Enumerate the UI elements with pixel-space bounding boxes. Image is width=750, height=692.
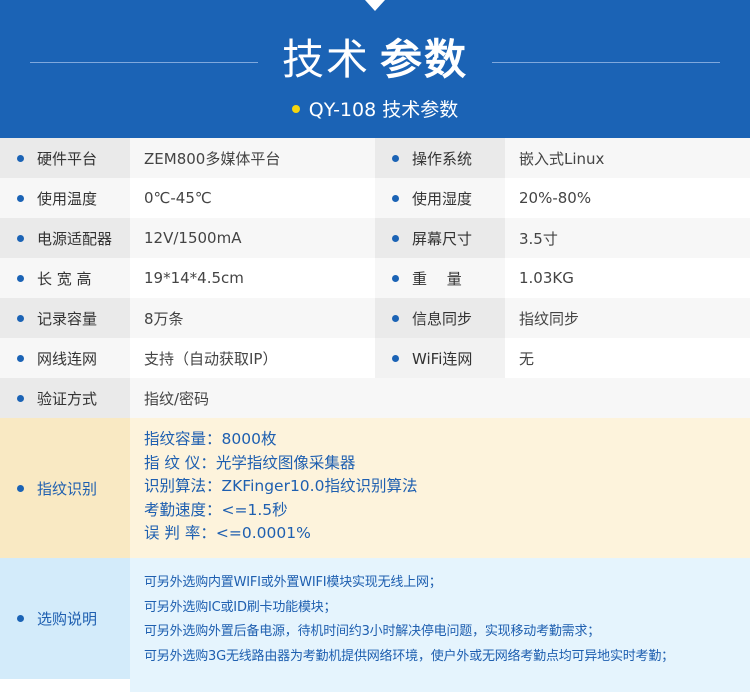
purchase-notes-section: 选购说明 可另外选购内置WIFI或外置WIFI模块实现无线上网； 可另外选购IC… bbox=[0, 558, 750, 692]
spec-value: 8万条 bbox=[130, 298, 375, 338]
bullet-icon bbox=[392, 154, 399, 162]
bullet-icon bbox=[392, 354, 399, 362]
page-subtitle: QY-108 技术参数 bbox=[0, 96, 750, 124]
spec-label: WiFi连网 bbox=[375, 338, 505, 378]
bullet-icon bbox=[17, 274, 24, 282]
spec-value: ZEM800多媒体平台 bbox=[130, 138, 375, 178]
fingerprint-line: 识别算法：ZKFinger10.0指纹识别算法 bbox=[144, 477, 418, 495]
fingerprint-section: 指纹识别 指纹容量：8000枚 指 纹 仪：光学指纹图像采集器 识别算法：ZKF… bbox=[0, 418, 750, 568]
spec-value: 指纹同步 bbox=[505, 298, 750, 338]
spec-label: 屏幕尺寸 bbox=[375, 218, 505, 258]
bullet-icon bbox=[17, 194, 24, 202]
spec-label: 硬件平台 bbox=[0, 138, 130, 178]
spec-value: 3.5寸 bbox=[505, 218, 750, 258]
bullet-icon bbox=[17, 394, 24, 402]
fingerprint-line: 误 判 率：<=0.0001% bbox=[144, 524, 311, 542]
purchase-note: 可另外选购内置WIFI或外置WIFI模块实现无线上网； bbox=[144, 575, 442, 590]
spec-value: 指纹/密码 bbox=[130, 378, 750, 418]
spec-row: 记录容量 8万条 信息同步 指纹同步 bbox=[0, 298, 750, 338]
spec-label: 验证方式 bbox=[0, 378, 130, 418]
bullet-icon bbox=[392, 314, 399, 322]
bullet-icon bbox=[392, 274, 399, 282]
banner-notch bbox=[365, 0, 385, 11]
spec-label: 重 量 bbox=[375, 258, 505, 298]
fingerprint-line: 指 纹 仪：光学指纹图像采集器 bbox=[144, 453, 356, 472]
subtitle-text: QY-108 技术参数 bbox=[308, 99, 459, 121]
spec-label: 电源适配器 bbox=[0, 218, 130, 258]
spec-label: 使用湿度 bbox=[375, 178, 505, 218]
spec-value: 0℃-45℃ bbox=[130, 178, 375, 218]
purchase-notes-details: 可另外选购内置WIFI或外置WIFI模块实现无线上网； 可另外选购IC或ID刷卡… bbox=[130, 558, 750, 692]
header-banner: 技术 参数 QY-108 技术参数 bbox=[0, 0, 750, 138]
title-thin: 技术 bbox=[281, 35, 370, 84]
spec-value: 嵌入式Linux bbox=[505, 138, 750, 178]
bullet-icon bbox=[17, 314, 24, 322]
bullet-icon bbox=[392, 234, 399, 242]
spec-row: 硬件平台 ZEM800多媒体平台 操作系统 嵌入式Linux bbox=[0, 138, 750, 178]
purchase-note: 可另外选购IC或ID刷卡功能模块； bbox=[144, 599, 337, 615]
spec-value: 19*14*4.5cm bbox=[130, 258, 375, 298]
bullet-icon bbox=[17, 484, 24, 492]
spec-value: 无 bbox=[505, 338, 750, 378]
page-title: 技术 参数 bbox=[0, 32, 750, 88]
subtitle-dot-icon bbox=[291, 105, 300, 113]
purchase-note: 可另外选购外置后备电源，待机时间约3小时解决停电问题，实现移动考勤需求； bbox=[144, 624, 601, 639]
bullet-icon bbox=[17, 354, 24, 362]
spec-label: 使用温度 bbox=[0, 178, 130, 218]
bullet-icon bbox=[392, 194, 399, 202]
purchase-notes-label: 选购说明 bbox=[0, 558, 130, 679]
spec-value: 支持（自动获取IP） bbox=[130, 338, 375, 378]
spec-row: 长 宽 高 19*14*4.5cm 重 量 1.03KG bbox=[0, 258, 750, 298]
spec-value: 12V/1500mA bbox=[130, 218, 375, 258]
spec-row: 电源适配器 12V/1500mA 屏幕尺寸 3.5寸 bbox=[0, 218, 750, 258]
spec-label: 长 宽 高 bbox=[0, 258, 130, 298]
spec-row: 网线连网 支持（自动获取IP） WiFi连网 无 bbox=[0, 338, 750, 378]
fingerprint-line: 指纹容量：8000枚 bbox=[144, 430, 277, 448]
spec-row: 使用温度 0℃-45℃ 使用湿度 20%-80% bbox=[0, 178, 750, 218]
spec-label: 操作系统 bbox=[375, 138, 505, 178]
spec-label: 网线连网 bbox=[0, 338, 130, 378]
bullet-icon bbox=[17, 234, 24, 242]
bullet-icon bbox=[17, 615, 24, 622]
fingerprint-line: 考勤速度：<=1.5秒 bbox=[144, 500, 288, 519]
spec-label: 信息同步 bbox=[375, 298, 505, 338]
fingerprint-label: 指纹识别 bbox=[0, 418, 130, 558]
spec-label: 记录容量 bbox=[0, 298, 130, 338]
purchase-note: 可另外选购3G无线路由器为考勤机提供网络环境，使户外或无网络考勤点均可异地实时考… bbox=[144, 648, 674, 664]
title-bold: 参数 bbox=[380, 35, 469, 84]
bullet-icon bbox=[17, 154, 24, 162]
spec-value: 20%-80% bbox=[505, 178, 750, 218]
spec-row: 验证方式 指纹/密码 bbox=[0, 378, 750, 418]
spec-value: 1.03KG bbox=[505, 258, 750, 298]
fingerprint-details: 指纹容量：8000枚 指 纹 仪：光学指纹图像采集器 识别算法：ZKFinger… bbox=[130, 418, 750, 568]
